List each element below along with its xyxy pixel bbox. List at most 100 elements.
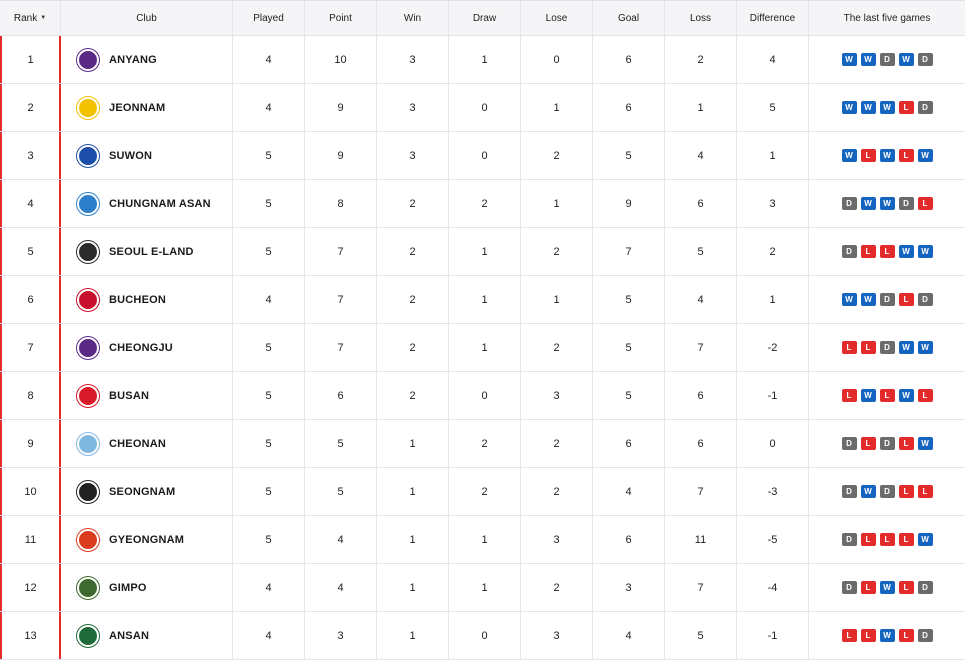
club-name[interactable]: SEONGNAM xyxy=(109,486,175,498)
point-cell: 4 xyxy=(305,516,377,563)
played-cell: 5 xyxy=(233,180,305,227)
table-row[interactable]: 1 ANYANG 4 10 3 1 0 6 2 4 W W D W D xyxy=(0,36,965,84)
result-badge: D xyxy=(841,245,857,258)
result-badge: L xyxy=(898,629,914,642)
lose-header: Lose xyxy=(521,1,593,35)
result-badge: L xyxy=(879,245,895,258)
result-badge: L xyxy=(898,581,914,594)
club-name[interactable]: GIMPO xyxy=(109,582,147,594)
goal-cell: 5 xyxy=(593,324,665,371)
rank-header[interactable]: Rank ▼ xyxy=(0,1,61,35)
goal-cell: 5 xyxy=(593,132,665,179)
result-badge: W xyxy=(841,293,857,306)
rank-cell: 12 xyxy=(0,564,61,611)
lose-cell: 3 xyxy=(521,612,593,659)
last-five-cell: WWWLD xyxy=(809,84,965,131)
result-badge: W xyxy=(860,197,876,210)
result-badge: D xyxy=(898,197,914,210)
table-row[interactable]: 13 ANSAN 4 3 1 0 3 4 5 -1 L L W L D xyxy=(0,612,965,660)
club-cell[interactable]: CHUNGNAM ASAN xyxy=(61,180,233,227)
seongnam-crest-icon xyxy=(77,480,99,503)
result-badge: L xyxy=(841,341,857,354)
table-row[interactable]: 9 CHEONAN 5 5 1 2 2 6 6 0 D L D L W xyxy=(0,420,965,468)
result-badge: D xyxy=(841,581,857,594)
table-row[interactable]: 12 GIMPO 4 4 1 1 2 3 7 -4 D L W L D xyxy=(0,564,965,612)
club-name[interactable]: CHEONAN xyxy=(109,438,166,450)
draw-cell: 2 xyxy=(449,468,521,515)
result-badge: W xyxy=(841,53,857,66)
club-cell[interactable]: JEONNAM xyxy=(61,84,233,131)
win-cell: 1 xyxy=(377,516,449,563)
club-name[interactable]: JEONNAM xyxy=(109,102,165,114)
difference-cell: -4 xyxy=(737,564,809,611)
table-row[interactable]: 2 JEONNAM 4 9 3 0 1 6 1 5 W W W L D xyxy=(0,84,965,132)
goal-cell: 6 xyxy=(593,36,665,83)
club-cell[interactable]: SUWON xyxy=(61,132,233,179)
lose-cell: 3 xyxy=(521,372,593,419)
lose-cell: 1 xyxy=(521,276,593,323)
draw-cell: 1 xyxy=(449,324,521,371)
result-badge: D xyxy=(917,293,933,306)
draw-cell: 2 xyxy=(449,180,521,227)
rank-cell: 9 xyxy=(0,420,61,467)
table-row[interactable]: 7 CHEONGJU 5 7 2 1 2 5 7 -2 L L D W W xyxy=(0,324,965,372)
difference-cell: 3 xyxy=(737,180,809,227)
last-five-cell: LLWLD xyxy=(809,612,965,659)
last-five-cell: WLWLW xyxy=(809,132,965,179)
table-row[interactable]: 11 GYEONGNAM 5 4 1 1 3 6 11 -5 D L L L W xyxy=(0,516,965,564)
club-cell[interactable]: CHEONGJU xyxy=(61,324,233,371)
gyeongnam-crest-icon xyxy=(77,528,99,551)
goal-header: Goal xyxy=(593,1,665,35)
result-badge: W xyxy=(917,245,933,258)
result-badge: W xyxy=(860,485,876,498)
club-name[interactable]: GYEONGNAM xyxy=(109,534,184,546)
goal-cell: 5 xyxy=(593,372,665,419)
result-badge: W xyxy=(879,629,895,642)
club-cell[interactable]: SEOUL E-LAND xyxy=(61,228,233,275)
point-cell: 8 xyxy=(305,180,377,227)
table-row[interactable]: 10 SEONGNAM 5 5 1 2 2 4 7 -3 D W D L L xyxy=(0,468,965,516)
club-cell[interactable]: GIMPO xyxy=(61,564,233,611)
draw-cell: 0 xyxy=(449,84,521,131)
club-cell[interactable]: ANSAN xyxy=(61,612,233,659)
point-cell: 7 xyxy=(305,276,377,323)
goal-cell: 6 xyxy=(593,516,665,563)
table-row[interactable]: 6 BUCHEON 4 7 2 1 1 5 4 1 W W D L D xyxy=(0,276,965,324)
club-name[interactable]: ANYANG xyxy=(109,54,157,66)
club-name[interactable]: BUCHEON xyxy=(109,294,166,306)
busan-crest-icon xyxy=(77,384,99,407)
club-cell[interactable]: BUSAN xyxy=(61,372,233,419)
result-badge: D xyxy=(879,293,895,306)
rank-cell: 4 xyxy=(0,180,61,227)
club-cell[interactable]: CHEONAN xyxy=(61,420,233,467)
club-cell[interactable]: BUCHEON xyxy=(61,276,233,323)
result-badge: W xyxy=(860,53,876,66)
result-badge: D xyxy=(841,485,857,498)
last-five-badges: LLDWW xyxy=(841,341,933,354)
last-five-badges: DLLLW xyxy=(841,533,933,546)
club-name[interactable]: CHUNGNAM ASAN xyxy=(109,198,211,210)
rank-cell: 7 xyxy=(0,324,61,371)
chungnam-asan-crest-icon xyxy=(77,192,99,215)
result-badge: W xyxy=(879,101,895,114)
club-cell[interactable]: SEONGNAM xyxy=(61,468,233,515)
club-name[interactable]: CHEONGJU xyxy=(109,342,173,354)
table-row[interactable]: 5 SEOUL E-LAND 5 7 2 1 2 7 5 2 D L L W W xyxy=(0,228,965,276)
result-badge: W xyxy=(898,245,914,258)
club-cell[interactable]: ANYANG xyxy=(61,36,233,83)
table-row[interactable]: 4 CHUNGNAM ASAN 5 8 2 2 1 9 6 3 D W W D L xyxy=(0,180,965,228)
club-name[interactable]: SUWON xyxy=(109,150,152,162)
last-five-badges: WWDLD xyxy=(841,293,933,306)
table-row[interactable]: 3 SUWON 5 9 3 0 2 5 4 1 W L W L W xyxy=(0,132,965,180)
table-row[interactable]: 8 BUSAN 5 6 2 0 3 5 6 -1 L W L W L xyxy=(0,372,965,420)
club-name[interactable]: ANSAN xyxy=(109,630,149,642)
anyang-crest-icon xyxy=(77,48,99,71)
sort-down-icon[interactable]: ▼ xyxy=(40,15,46,21)
goal-cell: 7 xyxy=(593,228,665,275)
club-name[interactable]: SEOUL E-LAND xyxy=(109,246,194,258)
lose-cell: 2 xyxy=(521,420,593,467)
club-name[interactable]: BUSAN xyxy=(109,390,149,402)
club-cell[interactable]: GYEONGNAM xyxy=(61,516,233,563)
result-badge: W xyxy=(860,293,876,306)
result-badge: L xyxy=(860,437,876,450)
